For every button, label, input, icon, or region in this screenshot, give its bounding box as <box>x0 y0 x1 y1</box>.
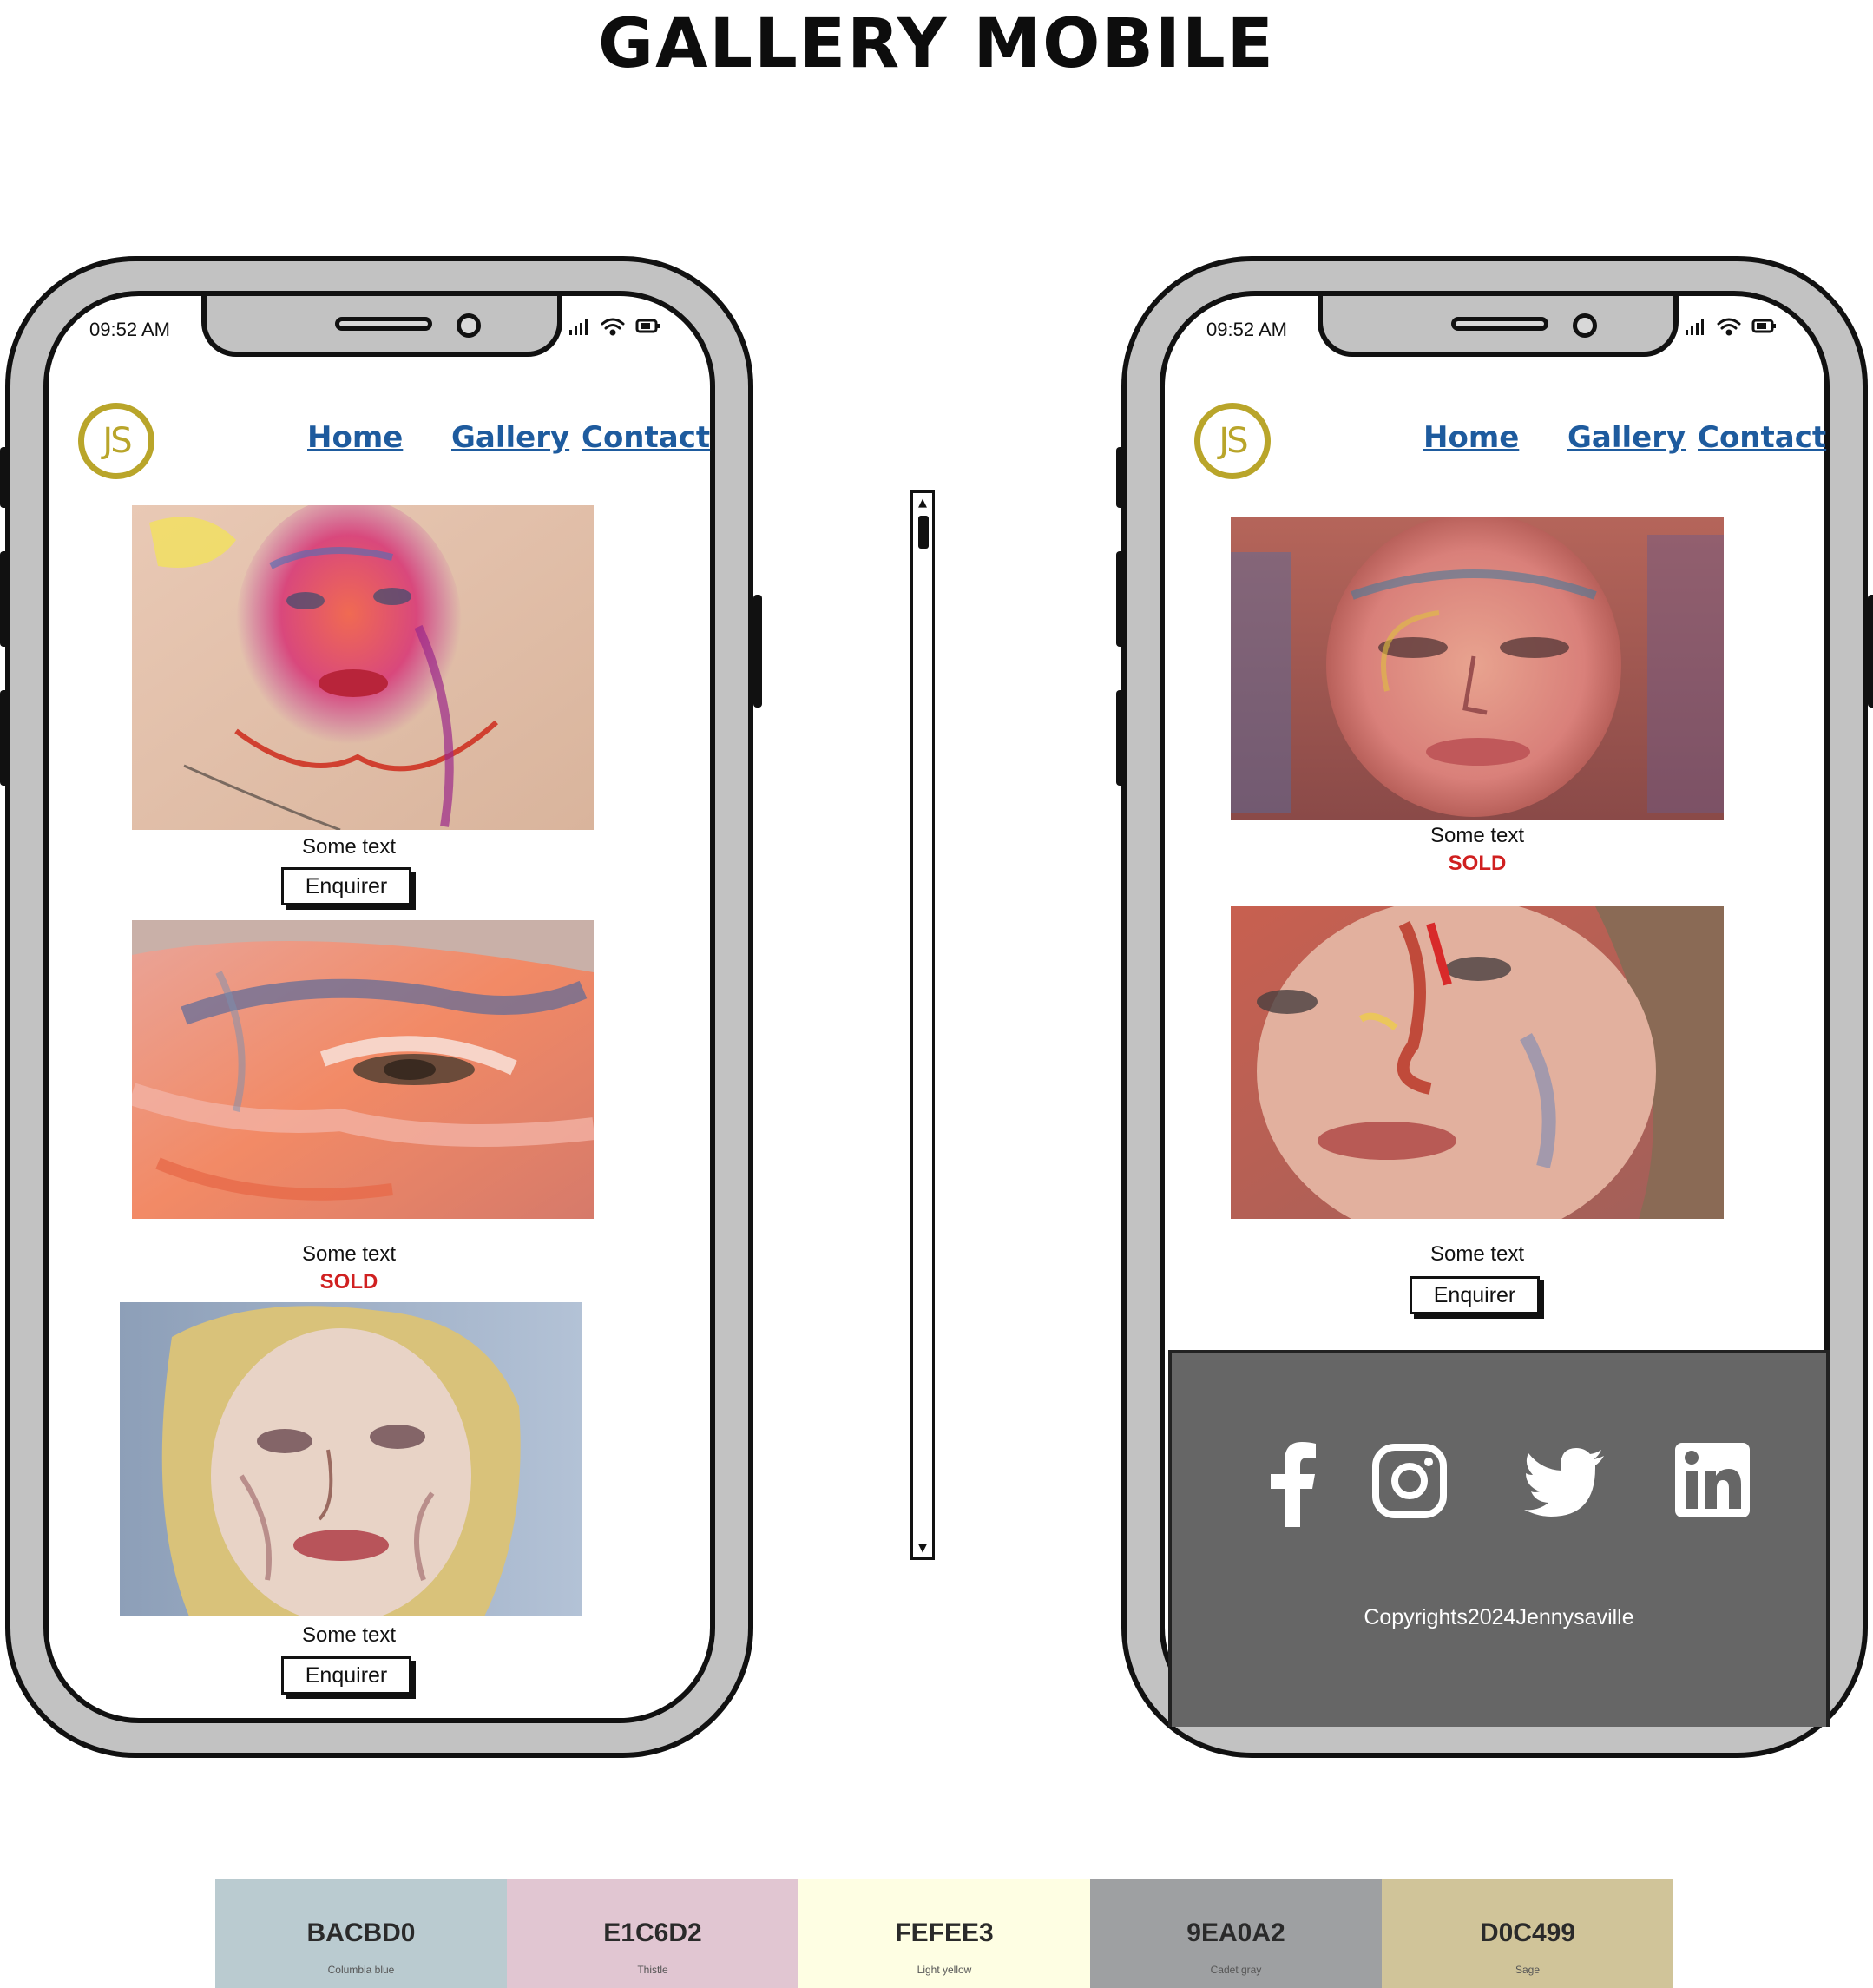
speaker-icon <box>1451 317 1548 331</box>
nav-gallery[interactable]: Gallery <box>451 420 569 455</box>
nav-home[interactable]: Home <box>1423 420 1519 455</box>
swatch-hex: BACBD0 <box>306 1919 416 1947</box>
scroll-down-arrow-icon[interactable]: ▼ <box>913 1538 932 1557</box>
palette-swatch: BACBD0 Columbia blue <box>215 1879 507 1988</box>
copyright-text: Copyrights2024Jennysaville <box>1364 1605 1634 1629</box>
artwork-caption: Some text <box>301 1242 397 1266</box>
page-title: GALLERY MOBILE <box>598 5 1275 83</box>
painting-image[interactable] <box>1231 906 1724 1219</box>
artwork-caption: Some text <box>301 835 397 859</box>
enquire-button[interactable]: Enquirer <box>281 1656 411 1695</box>
status-time: 09:52 AM <box>89 319 170 340</box>
status-time: 09:52 AM <box>1206 319 1287 340</box>
swatch-hex: FEFEE3 <box>895 1919 994 1947</box>
painting-image[interactable] <box>132 505 594 830</box>
nav-home[interactable]: Home <box>307 420 403 455</box>
status-icons <box>569 318 660 336</box>
swatch-name: Cadet gray <box>1210 1964 1262 1976</box>
signal-icon <box>569 319 588 335</box>
nav-contact[interactable]: Contact <box>1698 420 1826 455</box>
enquire-button[interactable]: Enquirer <box>1410 1276 1540 1314</box>
facebook-icon[interactable] <box>1265 1440 1318 1527</box>
vertical-scrollbar[interactable]: ▲ ▼ <box>910 490 935 1560</box>
instagram-icon[interactable] <box>1371 1443 1448 1519</box>
palette-swatch: D0C499 Sage <box>1382 1879 1673 1988</box>
nav-contact[interactable]: Contact <box>582 420 710 455</box>
camera-icon <box>457 313 481 338</box>
swatch-hex: E1C6D2 <box>603 1919 702 1947</box>
swatch-hex: 9EA0A2 <box>1186 1919 1285 1947</box>
status-icons <box>1686 318 1776 336</box>
artwork-caption: Some text <box>1429 1242 1525 1266</box>
artwork-caption: Some text <box>1429 824 1525 847</box>
camera-icon <box>1573 313 1597 338</box>
scrollbar-thumb[interactable] <box>918 516 929 549</box>
artwork-caption: Some text <box>301 1623 397 1647</box>
swatch-name: Light yellow <box>917 1964 972 1976</box>
swatch-name: Columbia blue <box>327 1964 395 1976</box>
twitter-icon[interactable] <box>1522 1447 1606 1517</box>
logo-js[interactable]: JS <box>1194 403 1271 479</box>
speaker-icon <box>335 317 432 331</box>
swatch-name: Sage <box>1515 1964 1541 1976</box>
wifi-icon <box>601 318 625 336</box>
site-footer: Copyrights2024Jennysaville <box>1168 1350 1830 1727</box>
scroll-up-arrow-icon[interactable]: ▲ <box>913 493 932 512</box>
sold-label: SOLD <box>1448 852 1507 875</box>
battery-icon <box>635 319 660 333</box>
color-palette: BACBD0 Columbia blue E1C6D2 Thistle FEFE… <box>215 1879 1673 1988</box>
painting-image[interactable] <box>120 1302 582 1616</box>
linkedin-icon[interactable] <box>1675 1443 1750 1517</box>
wifi-icon <box>1717 318 1741 336</box>
painting-image[interactable] <box>1231 517 1724 820</box>
palette-swatch: 9EA0A2 Cadet gray <box>1090 1879 1382 1988</box>
swatch-name: Thistle <box>637 1964 668 1976</box>
battery-icon <box>1751 319 1776 333</box>
signal-icon <box>1686 319 1704 335</box>
sold-label: SOLD <box>319 1270 378 1294</box>
logo-js[interactable]: JS <box>78 403 154 479</box>
enquire-button[interactable]: Enquirer <box>281 867 411 905</box>
swatch-hex: D0C499 <box>1479 1919 1576 1947</box>
palette-swatch: E1C6D2 Thistle <box>507 1879 798 1988</box>
palette-swatch: FEFEE3 Light yellow <box>798 1879 1090 1988</box>
nav-gallery[interactable]: Gallery <box>1567 420 1686 455</box>
painting-image[interactable] <box>132 920 594 1219</box>
